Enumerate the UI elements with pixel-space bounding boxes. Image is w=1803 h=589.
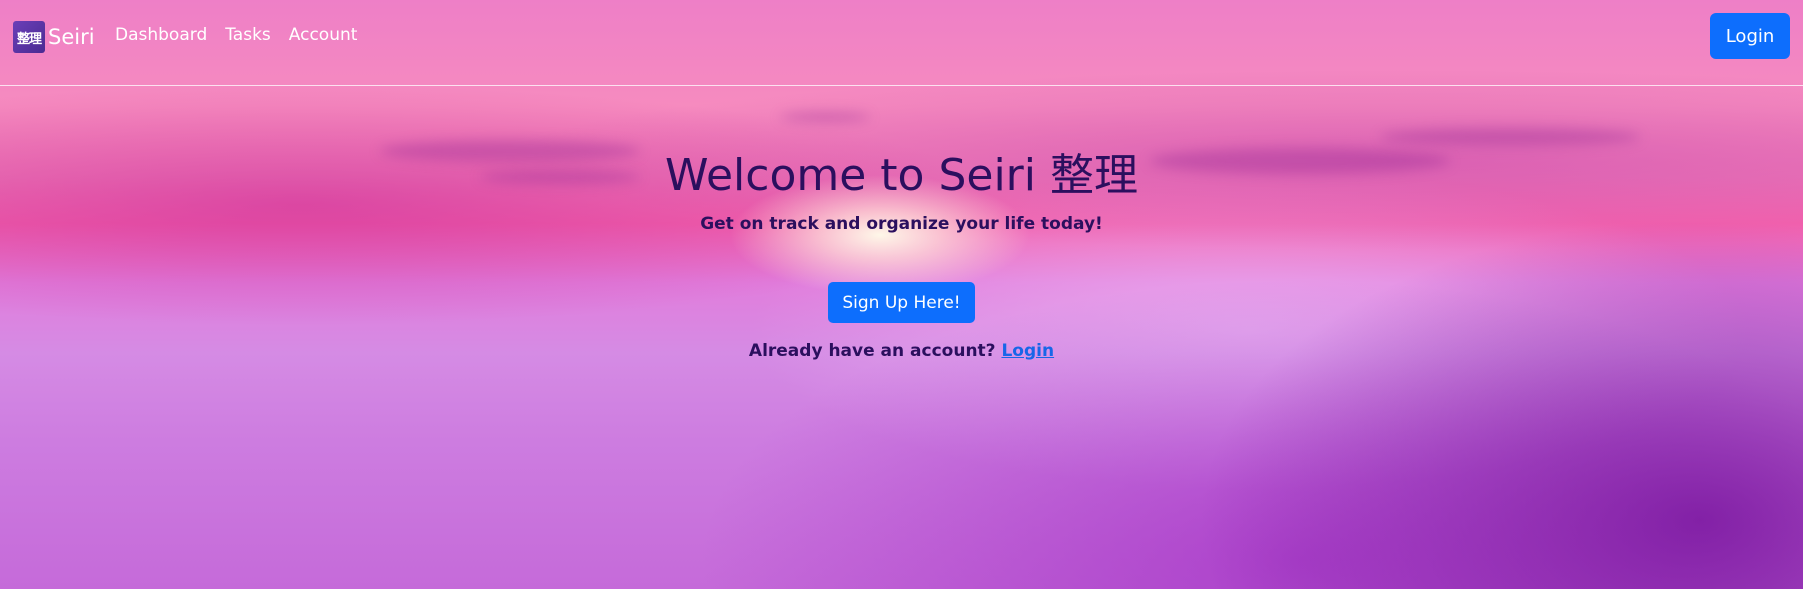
nav-link-dashboard[interactable]: Dashboard: [115, 25, 207, 45]
login-link[interactable]: Login: [1001, 341, 1054, 361]
top-navbar: 整理 Seiri Dashboard Tasks Account Login: [0, 0, 1803, 86]
signup-button[interactable]: Sign Up Here!: [828, 282, 975, 323]
hero-section: Welcome to Seiri 整理 Get on track and org…: [0, 140, 1803, 361]
login-prompt-text: Already have an account?: [748, 341, 996, 361]
nav-links: Dashboard Tasks Account: [115, 25, 375, 45]
login-prompt: Already have an account? Login: [0, 341, 1803, 361]
brand-home-link[interactable]: 整理 Seiri: [13, 21, 95, 53]
background-cloud: [780, 112, 870, 122]
landing-page: 整理 Seiri Dashboard Tasks Account Login W…: [0, 0, 1803, 589]
hero-title: Welcome to Seiri 整理: [665, 150, 1138, 201]
hero-subtitle: Get on track and organize your life toda…: [700, 214, 1103, 234]
brand-name: Seiri: [48, 25, 95, 49]
seiri-logo-icon: 整理: [13, 21, 45, 53]
navbar-login-button[interactable]: Login: [1710, 13, 1790, 59]
nav-link-tasks[interactable]: Tasks: [225, 25, 271, 45]
nav-link-account[interactable]: Account: [289, 25, 358, 45]
